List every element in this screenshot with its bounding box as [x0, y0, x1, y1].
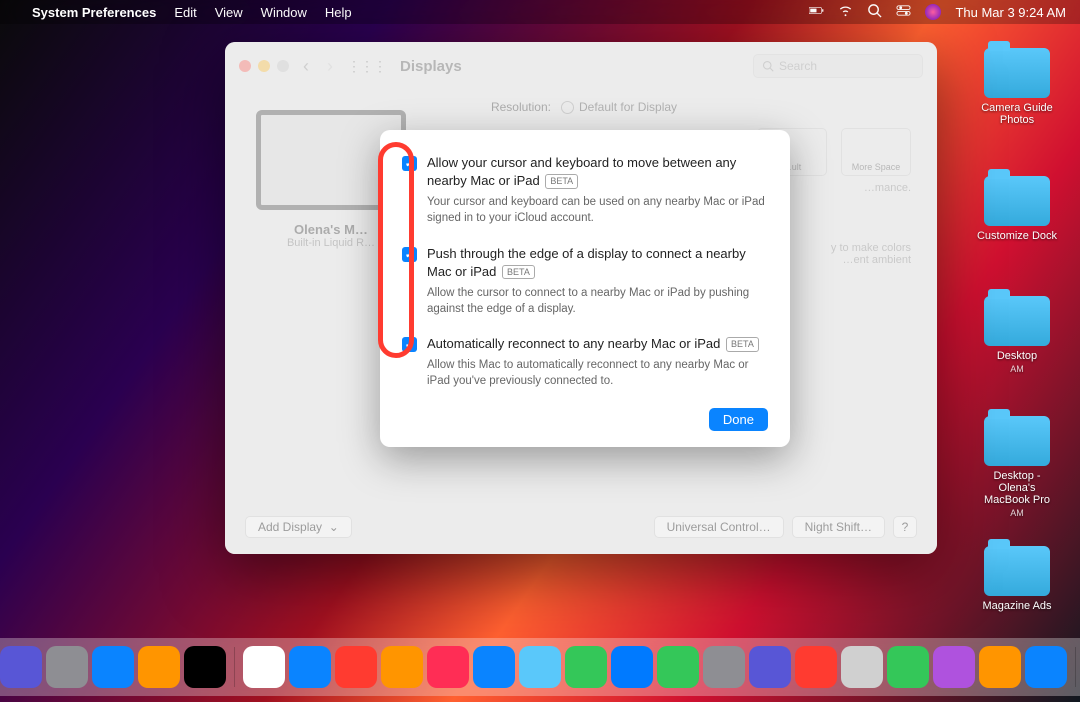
dock-app[interactable] [657, 646, 699, 688]
checkbox-label: Automatically reconnect to any nearby Ma… [427, 335, 768, 353]
desktop-folder[interactable]: DesktopAM [976, 296, 1058, 374]
spotlight-icon[interactable] [867, 3, 882, 21]
universal-control-sheet: Allow your cursor and keyboard to move b… [380, 130, 790, 447]
dock-app[interactable] [46, 646, 88, 688]
dock-app[interactable] [887, 646, 929, 688]
done-button[interactable]: Done [709, 408, 768, 431]
dock [0, 638, 1080, 696]
dock-app[interactable] [1025, 646, 1067, 688]
app-menu[interactable]: System Preferences [32, 5, 156, 20]
dock-app[interactable] [519, 646, 561, 688]
menu-help[interactable]: Help [325, 5, 352, 20]
dock-app[interactable] [335, 646, 377, 688]
dock-app[interactable] [979, 646, 1021, 688]
dock-app[interactable] [795, 646, 837, 688]
wifi-icon[interactable] [838, 3, 853, 21]
folder-icon [984, 296, 1050, 346]
desktop-folder[interactable]: Camera Guide Photos [976, 48, 1058, 126]
folder-icon [984, 176, 1050, 226]
dock-app[interactable] [184, 646, 226, 688]
checkbox-row: Allow your cursor and keyboard to move b… [402, 154, 768, 227]
dock-app[interactable] [749, 646, 791, 688]
dock-app[interactable] [427, 646, 469, 688]
folder-label: Magazine Ads [976, 600, 1058, 612]
clock[interactable]: Thu Mar 3 9:24 AM [955, 5, 1066, 20]
dock-app[interactable] [611, 646, 653, 688]
checkbox-row: Automatically reconnect to any nearby Ma… [402, 335, 768, 389]
dock-app[interactable] [289, 646, 331, 688]
desktop-folder[interactable]: Desktop - Olena's MacBook ProAM [976, 416, 1058, 518]
dock-separator [1075, 647, 1076, 687]
checkbox-description: Allow the cursor to connect to a nearby … [427, 285, 768, 317]
checkbox-description: Your cursor and keyboard can be used on … [427, 194, 768, 226]
desktop-folder[interactable]: Customize Dock [976, 176, 1058, 242]
dock-app[interactable] [92, 646, 134, 688]
dock-app[interactable] [138, 646, 180, 688]
menu-window[interactable]: Window [261, 5, 307, 20]
folder-icon [984, 48, 1050, 98]
beta-badge: BETA [545, 174, 578, 189]
menu-view[interactable]: View [215, 5, 243, 20]
folder-label: Desktop [976, 350, 1058, 362]
siri-icon[interactable] [925, 4, 941, 20]
folder-label: Camera Guide Photos [976, 102, 1058, 126]
checkbox-description: Allow this Mac to automatically reconnec… [427, 357, 768, 389]
beta-badge: BETA [726, 337, 759, 352]
dock-app[interactable] [841, 646, 883, 688]
folder-icon [984, 416, 1050, 466]
folder-icon [984, 546, 1050, 596]
dock-app[interactable] [381, 646, 423, 688]
dock-app[interactable] [933, 646, 975, 688]
dock-app[interactable] [243, 646, 285, 688]
checkbox[interactable] [402, 156, 417, 171]
folder-label: Customize Dock [976, 230, 1058, 242]
checkbox-label: Push through the edge of a display to co… [427, 245, 768, 281]
checkbox[interactable] [402, 337, 417, 352]
dock-app[interactable] [473, 646, 515, 688]
dock-separator [234, 647, 235, 687]
checkbox-label: Allow your cursor and keyboard to move b… [427, 154, 768, 190]
dock-app[interactable] [0, 646, 42, 688]
dock-app[interactable] [703, 646, 745, 688]
folder-label: Desktop - Olena's MacBook Pro [976, 470, 1058, 506]
control-center-icon[interactable] [896, 3, 911, 21]
menu-bar: System Preferences Edit View Window Help… [0, 0, 1080, 24]
dock-app[interactable] [565, 646, 607, 688]
checkbox[interactable] [402, 247, 417, 262]
menu-edit[interactable]: Edit [174, 5, 196, 20]
checkbox-row: Push through the edge of a display to co… [402, 245, 768, 318]
beta-badge: BETA [502, 265, 535, 280]
desktop-folder[interactable]: Magazine Ads [976, 546, 1058, 612]
battery-icon[interactable] [809, 3, 824, 21]
